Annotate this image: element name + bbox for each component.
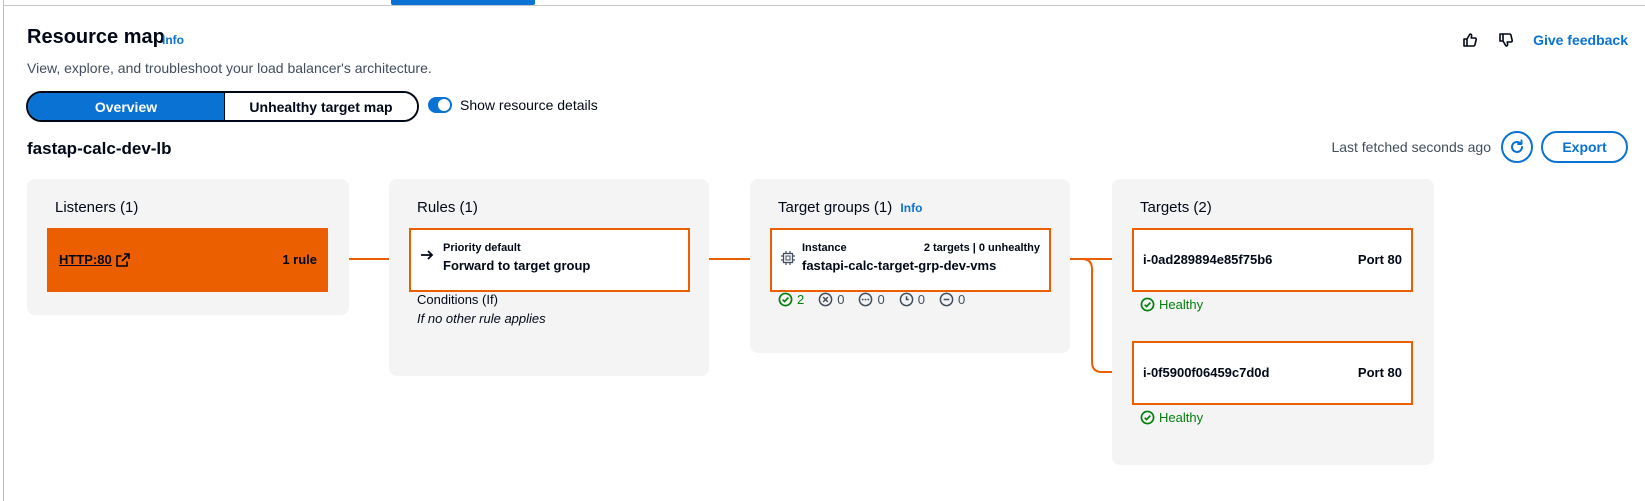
healthy-check-icon: [778, 292, 793, 307]
resource-map-page: Resource map Info View, explore, and tro…: [0, 0, 1645, 501]
thumbs-up-icon[interactable]: [1459, 29, 1481, 51]
target-group-type: Instance: [802, 242, 847, 254]
minus-circle-icon: [939, 292, 954, 307]
rules-panel: Rules (1) Priority default Forward to ta…: [389, 179, 709, 376]
listener-label: HTTP:80: [59, 252, 112, 267]
targets-title: Targets (2): [1140, 199, 1212, 216]
target-id: i-0f5900f06459c7d0d: [1143, 365, 1270, 380]
rule-action: Forward to target group: [443, 258, 591, 273]
target-groups-info-link[interactable]: Info: [900, 201, 922, 215]
listeners-panel: Listeners (1) HTTP:80 1 rule: [27, 179, 349, 315]
healthy-check-icon: [1140, 297, 1155, 312]
healthy-check-icon: [1140, 410, 1155, 425]
target-health-1: Healthy: [1140, 297, 1203, 312]
conditions-title: Conditions (If): [417, 292, 498, 307]
listener-link[interactable]: HTTP:80: [59, 252, 130, 267]
target-status-counts: 2 0 0 0 0: [778, 292, 979, 307]
status-draining-count: 0: [899, 292, 925, 307]
target-groups-title-wrap: Target groups (1) Info: [778, 199, 922, 216]
show-details-toggle-group: Show resource details: [428, 97, 598, 113]
show-details-label: Show resource details: [460, 97, 598, 113]
last-fetched-text: Last fetched seconds ago: [1331, 139, 1491, 155]
listeners-title: Listeners (1): [55, 199, 139, 216]
listener-node[interactable]: HTTP:80 1 rule: [47, 228, 328, 292]
refresh-icon: [1511, 139, 1523, 153]
target-health-2: Healthy: [1140, 410, 1203, 425]
target-groups-title: Target groups (1): [778, 199, 893, 216]
title-info-link[interactable]: Info: [162, 33, 184, 47]
tab-bar-divider: [3, 5, 1645, 6]
arrow-right-icon: [420, 248, 434, 267]
rule-priority: Priority default: [443, 242, 521, 254]
target-node-2[interactable]: i-0f5900f06459c7d0d Port 80: [1132, 341, 1413, 405]
give-feedback-link[interactable]: Give feedback: [1533, 32, 1628, 48]
active-tab-indicator: [391, 0, 535, 5]
refresh-button[interactable]: [1501, 131, 1533, 163]
load-balancer-name: fastap-calc-dev-lb: [27, 139, 172, 158]
conditions-text: If no other rule applies: [417, 311, 546, 326]
thumbs-down-icon[interactable]: [1495, 29, 1517, 51]
show-details-toggle[interactable]: [428, 97, 452, 113]
instance-chip-icon: [780, 250, 796, 271]
page-title: Resource map: [27, 26, 165, 48]
segment-unhealthy-target-map[interactable]: Unhealthy target map: [224, 93, 417, 120]
page-subtitle: View, explore, and troubleshoot your loa…: [27, 60, 432, 76]
unhealthy-x-icon: [818, 292, 833, 307]
listener-rule-count: 1 rule: [282, 252, 317, 267]
target-group-summary: 2 targets | 0 unhealthy: [923, 242, 1040, 254]
feedback-group: Give feedback: [1459, 29, 1628, 51]
target-groups-panel: Target groups (1) Info Instance 2 target…: [750, 179, 1070, 353]
target-id: i-0ad289894e85f75b6: [1143, 252, 1273, 267]
status-healthy-count: 2: [778, 292, 804, 307]
targets-panel: Targets (2) i-0ad289894e85f75b6 Port 80 …: [1112, 179, 1434, 465]
target-port: Port 80: [1357, 252, 1402, 267]
rules-title: Rules (1): [417, 199, 478, 216]
rule-node[interactable]: Priority default Forward to target group: [409, 228, 690, 292]
export-button[interactable]: Export: [1541, 131, 1628, 163]
status-initial-count: 0: [858, 292, 885, 307]
target-group-name: fastapi-calc-target-grp-dev-vms: [802, 258, 997, 273]
segment-overview[interactable]: Overview: [28, 93, 224, 120]
target-node-1[interactable]: i-0ad289894e85f75b6 Port 80: [1132, 228, 1413, 292]
external-link-icon: [115, 252, 130, 267]
fetch-controls: Last fetched seconds ago Export: [1331, 131, 1628, 163]
target-group-node[interactable]: Instance 2 targets | 0 unhealthy fastapi…: [770, 228, 1051, 292]
clock-icon: [899, 292, 914, 307]
target-port: Port 80: [1357, 365, 1402, 380]
pending-dots-icon: [859, 292, 873, 307]
status-unused-count: 0: [939, 292, 965, 307]
view-segmented-control: Overview Unhealthy target map: [26, 91, 419, 122]
page-left-border: [3, 0, 4, 501]
status-unhealthy-count: 0: [818, 292, 844, 307]
